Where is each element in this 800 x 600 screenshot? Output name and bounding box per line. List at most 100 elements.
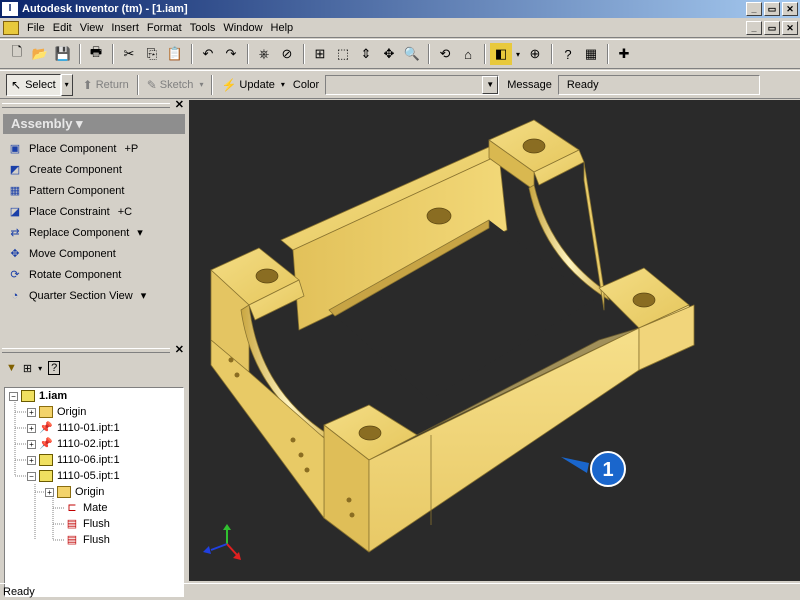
sketch-dropdown-icon[interactable]: ▾ [199,80,203,89]
rotate-component-icon: ⟳ [10,269,20,281]
tree-node-constraint[interactable]: ⊏ Mate [65,500,107,516]
help-icon[interactable]: ? [48,361,61,375]
inventor-app-icon[interactable]: I [2,2,18,16]
expand-icon[interactable]: + [27,439,36,449]
display-dropdown-icon[interactable]: ▾ [513,43,523,65]
expand-icon[interactable]: + [27,423,36,433]
move-component-icon: ✥ [10,248,20,260]
open-icon[interactable]: 📂 [29,43,51,65]
lightning-icon: ⚡ [221,77,237,92]
assembly-command-replace-component[interactable]: ⇄ Replace Component ▾ [0,222,188,243]
tree-node-root[interactable]: − 1.iam [9,388,67,404]
close-button[interactable]: ✕ [782,2,798,16]
print-icon[interactable]: 🖶 [85,43,107,65]
maximize-button[interactable]: ▭ [764,2,780,16]
assembly-command-quarter-section-view[interactable]: ◔ Quarter Section View ▾ [0,285,188,306]
collapse-icon[interactable]: − [9,391,18,401]
filter-icon[interactable]: ▼ [6,362,17,374]
zoom-window-icon[interactable]: ⬚ [332,43,354,65]
help-icon[interactable]: ? [557,43,579,65]
select-button[interactable]: ↖ Select [6,73,61,96]
look-at-icon[interactable]: ⌂ [457,43,479,65]
command-hotkey: ▾ [140,290,147,302]
redo-icon[interactable]: ↷ [220,43,242,65]
parameters-icon[interactable]: ▦ [580,43,602,65]
copy-icon[interactable]: ⎘ [141,43,163,65]
tree-node-part[interactable]: + 1110-06.ipt:1 [27,452,120,468]
menu-file[interactable]: File [23,22,49,34]
menu-insert[interactable]: Insert [107,22,143,34]
close-icon[interactable]: ✕ [175,343,184,356]
menu-format[interactable]: Format [143,22,186,34]
command-label: Place Component [29,142,117,155]
assembly-command-place-constraint[interactable]: ◪ Place Constraint +C [0,201,188,222]
menu-view[interactable]: View [76,22,108,34]
doc-close-button[interactable]: ✕ [782,21,798,35]
panel-grip[interactable]: ✕ [0,98,188,112]
create-component-icon: ◩ [9,164,21,176]
update-button[interactable]: ⚡ Update ▾ [217,78,288,92]
document-icon[interactable] [3,20,19,35]
tree-node-origin[interactable]: + Origin [45,484,104,500]
zoom-icon[interactable]: ⇕ [355,43,377,65]
command-label: Pattern Component [29,184,125,197]
chevron-down-icon[interactable]: ▾ [38,364,42,373]
folder-icon [57,486,71,498]
browser-tree: − 1.iam + Origin + 📌 1110-01.ipt:1 + 📌 1… [4,387,184,597]
minimize-button[interactable]: _ [746,2,762,16]
menu-help[interactable]: Help [267,22,298,34]
expand-icon[interactable]: + [45,487,54,497]
assembly-command-move-component[interactable]: ✥ Move Component [0,243,188,264]
tree-node-constraint[interactable]: ▤ Flush [65,516,110,532]
close-icon[interactable]: ✕ [175,98,184,111]
assembly-command-rotate-component[interactable]: ⟳ Rotate Component [0,264,188,285]
assembly-command-place-component[interactable]: ▣ Place Component +P [0,138,188,159]
tree-label: Mate [83,502,108,514]
update-dropdown-icon[interactable]: ▾ [281,80,285,89]
pan-icon[interactable]: ✥ [378,43,400,65]
expand-icon[interactable]: + [27,407,36,417]
return-top-icon[interactable]: ⎈ [253,43,275,65]
select-label: Select [25,78,56,91]
tree-node-origin[interactable]: + Origin [27,404,86,420]
add-toolbar-icon[interactable]: ✚ [613,43,635,65]
assembly-command-list: ▣ Place Component +P ◩ Create Component ▦ Patt… [0,138,188,306]
tree-node-part[interactable]: + 📌 1110-02.ipt:1 [27,436,120,452]
zoom-selected-icon[interactable]: 🔍 [401,43,423,65]
save-icon[interactable]: 💾 [52,43,74,65]
graphics-viewport[interactable]: 1 [189,100,800,581]
command-hotkey: ▾ [137,227,143,239]
tree-node-constraint[interactable]: ▤ Flush [65,532,110,548]
tree-node-part[interactable]: + 📌 1110-01.ipt:1 [27,420,120,436]
browser-grip[interactable]: ✕ [0,343,188,357]
assembly-panel-header[interactable]: Assembly ▾ [3,114,185,134]
assembly-model[interactable]: 1 [189,100,800,581]
assembly-command-create-component[interactable]: ◩ Create Component [0,159,188,180]
select-dropdown-icon[interactable]: ▾ [60,73,73,96]
menu-tools[interactable]: Tools [186,22,220,34]
zoom-all-icon[interactable]: ⊞ [309,43,331,65]
sketch-button[interactable]: ✎ Sketch ▾ [143,78,208,92]
return-button[interactable]: ⬆ Return [79,78,133,92]
collapse-icon[interactable]: − [27,471,36,481]
stop-icon[interactable]: ⊘ [276,43,298,65]
tree-node-part[interactable]: − 1110-05.ipt:1 [27,468,120,484]
shaded-display-icon[interactable]: ◧ [490,43,512,65]
paste-icon[interactable]: 📋 [164,43,186,65]
expand-icon[interactable]: + [27,455,36,465]
menu-edit[interactable]: Edit [49,22,76,34]
assembly-command-pattern-component[interactable]: ▦ Pattern Component [0,180,188,201]
cut-icon[interactable]: ✂ [118,43,140,65]
rotate-icon[interactable]: ⟲ [434,43,456,65]
undo-icon[interactable]: ↶ [197,43,219,65]
browser-view-icon[interactable]: ⊞ [23,362,32,375]
standard-toolbar: 🗋 📂 💾 🖶 ✂ ⎘ 📋 ↶ ↷ ⎈ ⊘ ⊞ ⬚ ⇕ ✥ 🔍 ⟲ ⌂ ◧ ▾ … [0,39,800,69]
doc-restore-button[interactable]: ▭ [764,21,780,35]
new-icon[interactable]: 🗋 [6,43,28,65]
part-icon [39,470,53,482]
menu-window[interactable]: Window [219,22,266,34]
doc-minimize-button[interactable]: _ [746,21,762,35]
section-icon[interactable]: ⊕ [524,43,546,65]
color-combo[interactable]: ▼ [325,74,500,95]
chevron-down-icon[interactable]: ▼ [482,75,499,94]
